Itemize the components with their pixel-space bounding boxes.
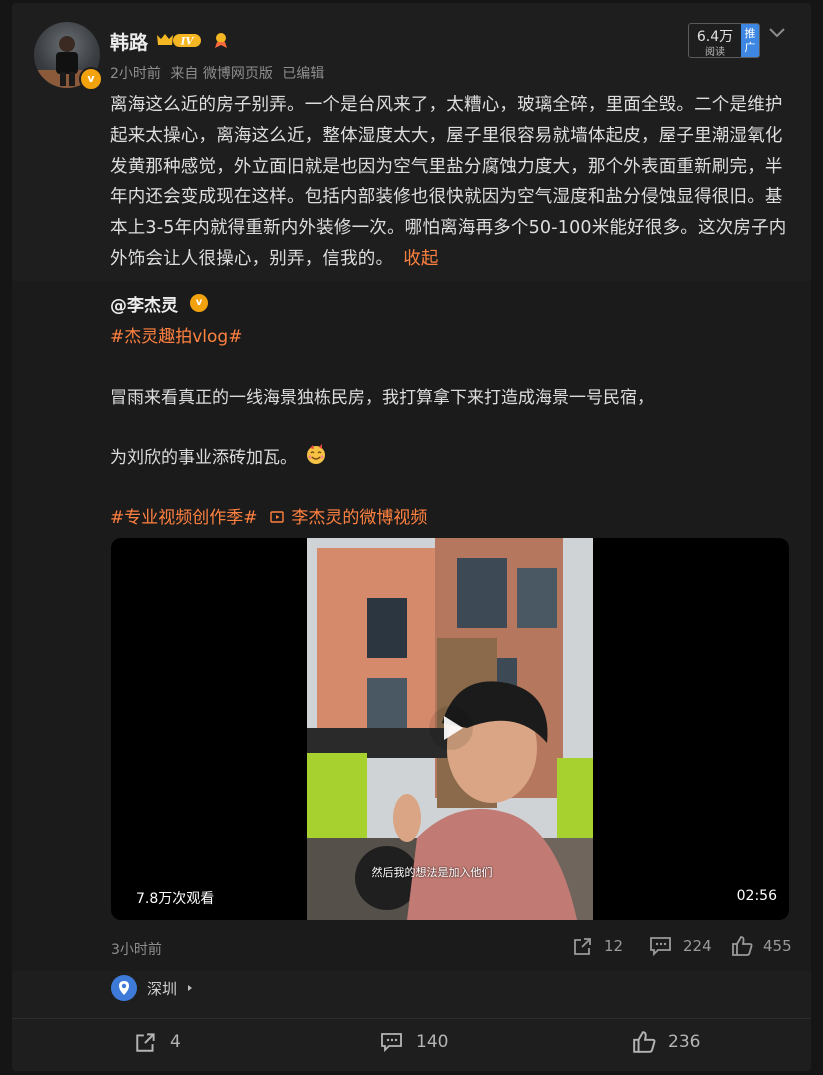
- comment-icon: [650, 937, 671, 956]
- repost-author[interactable]: @李杰灵: [110, 291, 178, 316]
- chevron-down-icon[interactable]: [767, 26, 787, 40]
- post-body: 离海这么近的房子别弄。一个是台风来了，太糟心，玻璃全碎，里面全毁。二个是维护起来…: [110, 95, 787, 269]
- read-label: 阅读: [705, 47, 725, 58]
- video-subtitle: 然后我的想法是加入他们: [371, 866, 493, 879]
- location-tag[interactable]: 深圳: [111, 975, 195, 1001]
- hashtag-creator-season[interactable]: #专业视频创作季#: [110, 503, 258, 528]
- location-label: 深圳: [147, 979, 178, 998]
- hashtag-vlog[interactable]: #杰灵趣拍vlog#: [110, 322, 242, 347]
- comment-button[interactable]: 140: [380, 1031, 448, 1053]
- love-face-emoji-icon: [307, 444, 325, 464]
- action-divider: [12, 1018, 811, 1019]
- repost-comment-count[interactable]: 224: [649, 936, 712, 956]
- comment-count: 140: [416, 1032, 449, 1052]
- repost-time[interactable]: 3小时前: [111, 939, 162, 959]
- edited-label[interactable]: 已编辑: [282, 66, 324, 82]
- verified-badge: v: [79, 67, 103, 91]
- post-time[interactable]: 2小时前: [110, 66, 161, 82]
- like-count: 236: [668, 1032, 701, 1052]
- repost-line-2: 为刘欣的事业添砖加瓦。: [110, 448, 297, 468]
- repost-like-number: 455: [763, 937, 792, 955]
- video-duration: 02:56: [736, 888, 777, 904]
- promote-button[interactable]: 推广: [741, 24, 759, 57]
- repost-button[interactable]: 4: [134, 1031, 181, 1053]
- location-pin-icon: [111, 975, 137, 1001]
- caret-right-icon: [188, 985, 193, 991]
- repost-share-count[interactable]: 12: [572, 936, 623, 956]
- like-button[interactable]: 236: [632, 1031, 700, 1053]
- repost-line-1: 冒雨来看真正的一线海景独栋民房，我打算拿下来打造成海景一号民宿，: [110, 388, 654, 408]
- repost-count: 4: [170, 1032, 181, 1052]
- read-count-box[interactable]: 6.4万 阅读 推广: [688, 23, 760, 58]
- post-text: 离海这么近的房子别弄。一个是台风来了，太糟心，玻璃全碎，里面全毁。二个是维护起来…: [110, 90, 790, 275]
- post-source: 来自 微博网页版: [170, 66, 273, 82]
- video-link[interactable]: 李杰灵的微博视频: [270, 503, 427, 528]
- fan-badge-icon[interactable]: [211, 30, 231, 50]
- author-name[interactable]: 韩路: [110, 28, 148, 55]
- repost-like-count[interactable]: 455: [731, 936, 792, 956]
- video-player[interactable]: 然后我的想法是加入他们 7.8万次观看 02:56: [111, 538, 789, 920]
- comment-icon: [381, 1033, 402, 1053]
- play-icon: [444, 716, 463, 740]
- play-button[interactable]: [429, 706, 473, 750]
- video-link-icon: [270, 511, 284, 523]
- collapse-link[interactable]: 收起: [403, 249, 438, 269]
- level-badge[interactable]: IV: [154, 31, 202, 49]
- level-badge-text: IV: [180, 37, 195, 48]
- thumbs-up-icon: [633, 1031, 656, 1053]
- repost-verified-badge: v: [190, 294, 208, 312]
- share-icon: [136, 1033, 155, 1052]
- video-view-count: 7.8万次观看: [136, 891, 215, 907]
- video-link-label: 李杰灵的微博视频: [291, 508, 428, 528]
- thumbs-up-icon: [732, 936, 753, 956]
- repost-comment-number: 224: [683, 937, 712, 955]
- repost-share-number: 12: [604, 937, 624, 955]
- share-icon: [574, 938, 591, 955]
- post-meta: 2小时前 来自 微博网页版 已编辑: [110, 63, 329, 83]
